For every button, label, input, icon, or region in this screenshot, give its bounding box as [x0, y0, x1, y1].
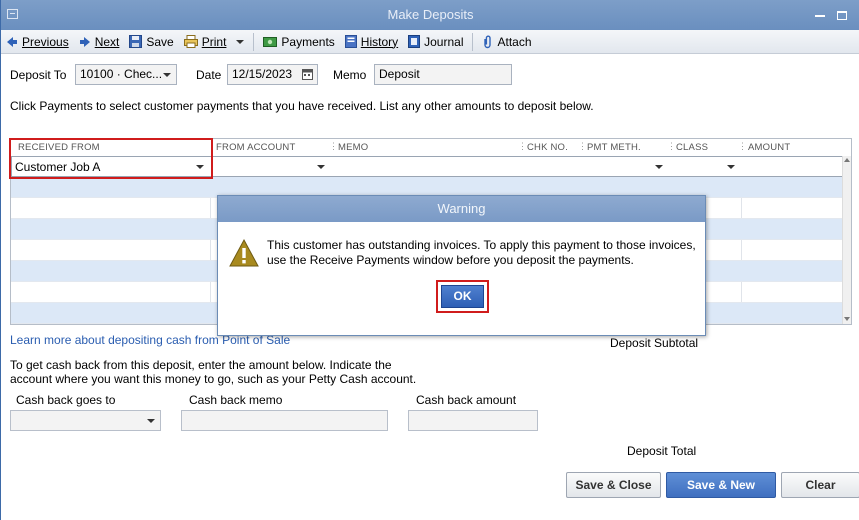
- memo-label: Memo: [333, 68, 367, 82]
- grid-scrollbar[interactable]: [842, 156, 851, 324]
- column-resize-handle[interactable]: ⋮: [518, 141, 527, 152]
- attach-label: Attach: [497, 34, 532, 49]
- memo-field[interactable]: Deposit: [374, 64, 512, 85]
- deposit-total-label: Deposit Total: [627, 444, 697, 458]
- toolbar-divider: [472, 32, 474, 51]
- column-resize-handle[interactable]: ⋮: [329, 141, 338, 152]
- system-menu-icon[interactable]: [7, 9, 18, 19]
- dialog-message: This customer has outstanding invoices. …: [267, 238, 696, 267]
- date-field[interactable]: 12/15/2023: [227, 64, 318, 85]
- column-resize-handle[interactable]: ⋮: [578, 141, 587, 152]
- save-close-button[interactable]: Save & Close: [566, 472, 661, 498]
- date-label: Date: [196, 68, 222, 82]
- print-button[interactable]: Print: [179, 31, 250, 53]
- history-icon: [344, 35, 357, 48]
- chevron-down-icon[interactable]: [727, 165, 735, 169]
- calendar-icon[interactable]: [302, 69, 313, 80]
- column-resize-handle[interactable]: ⋮: [738, 141, 747, 152]
- scroll-up-icon[interactable]: [844, 158, 850, 162]
- print-dropdown-icon[interactable]: [236, 39, 245, 44]
- date-value: 12/15/2023: [232, 67, 293, 81]
- deposit-to-value: 10100 · Chec...: [80, 67, 163, 81]
- cash-back-account-select[interactable]: [10, 410, 161, 431]
- cash-back-amount-field[interactable]: [408, 410, 538, 431]
- payments-icon: [263, 37, 278, 47]
- toolbar: Previous Next Save Print Payments Histor…: [1, 30, 859, 54]
- deposit-to-label: Deposit To: [10, 68, 67, 82]
- save-button[interactable]: Save: [124, 31, 178, 53]
- paperclip-icon: [484, 35, 492, 48]
- title-bar: Make Deposits: [1, 0, 859, 30]
- dialog-title: Warning: [218, 196, 705, 222]
- journal-label: Journal: [424, 34, 464, 49]
- chevron-down-icon: [163, 73, 171, 77]
- toolbar-divider: [253, 32, 255, 51]
- next-button[interactable]: Next: [74, 31, 125, 53]
- journal-icon: [408, 35, 421, 48]
- save-label: Save: [146, 34, 174, 49]
- minimize-icon: [815, 14, 825, 17]
- cash-back-memo-label: Cash back memo: [189, 393, 283, 407]
- column-header-memo[interactable]: MEMO: [338, 142, 368, 153]
- cash-back-instructions: To get cash back from this deposit, ente…: [10, 358, 417, 386]
- floppy-disk-icon: [129, 35, 143, 48]
- journal-button[interactable]: Journal: [403, 31, 468, 53]
- column-header-chk-no[interactable]: CHK NO.: [527, 142, 568, 153]
- make-deposits-window: Make Deposits Previous Next Save Print P…: [0, 0, 859, 520]
- warning-icon: [229, 238, 259, 267]
- previous-button[interactable]: Previous: [1, 31, 74, 53]
- column-header-from-account[interactable]: FROM ACCOUNT: [216, 142, 295, 153]
- minimize-button[interactable]: [809, 0, 831, 30]
- deposit-header: Deposit To 10100 · Chec... Date 12/15/20…: [1, 64, 859, 86]
- maximize-button[interactable]: [831, 0, 853, 30]
- scroll-down-icon[interactable]: [844, 317, 850, 321]
- history-button[interactable]: History: [340, 31, 403, 53]
- payments-label: Payments: [281, 34, 335, 49]
- chevron-down-icon[interactable]: [655, 165, 663, 169]
- payments-button[interactable]: Payments: [258, 31, 339, 53]
- clear-button[interactable]: Clear: [781, 472, 859, 498]
- column-header-pmt-meth[interactable]: PMT METH.: [587, 142, 641, 153]
- history-label: History: [360, 34, 399, 49]
- print-label: Print: [201, 34, 227, 49]
- ok-button-highlight: [436, 280, 489, 313]
- chevron-down-icon[interactable]: [317, 165, 325, 169]
- printer-icon: [183, 35, 198, 48]
- warning-dialog: Warning This customer has outstanding in…: [217, 195, 706, 336]
- save-new-button[interactable]: Save & New: [666, 472, 776, 498]
- arrow-right-icon: [79, 36, 90, 47]
- cash-back-amount-label: Cash back amount: [416, 393, 517, 407]
- column-resize-handle[interactable]: ⋮: [667, 141, 676, 152]
- received-from-highlight: [9, 138, 213, 179]
- attach-button[interactable]: Attach: [477, 31, 536, 53]
- column-header-class[interactable]: CLASS: [676, 142, 708, 153]
- cash-back-memo-field[interactable]: [181, 410, 388, 431]
- window-title: Make Deposits: [387, 7, 474, 22]
- instructions-text: Click Payments to select customer paymen…: [10, 99, 594, 113]
- arrow-left-icon: [7, 36, 17, 47]
- previous-label: Previous: [22, 34, 69, 49]
- next-label: Next: [94, 34, 120, 49]
- column-header-amount[interactable]: AMOUNT: [748, 142, 790, 153]
- deposit-to-select[interactable]: 10100 · Chec...: [75, 64, 177, 85]
- chevron-down-icon: [147, 419, 155, 423]
- maximize-icon: [837, 11, 847, 21]
- deposit-subtotal-label: Deposit Subtotal: [610, 336, 699, 350]
- cash-back-goes-to-label: Cash back goes to: [16, 393, 116, 407]
- memo-value: Deposit: [379, 67, 420, 81]
